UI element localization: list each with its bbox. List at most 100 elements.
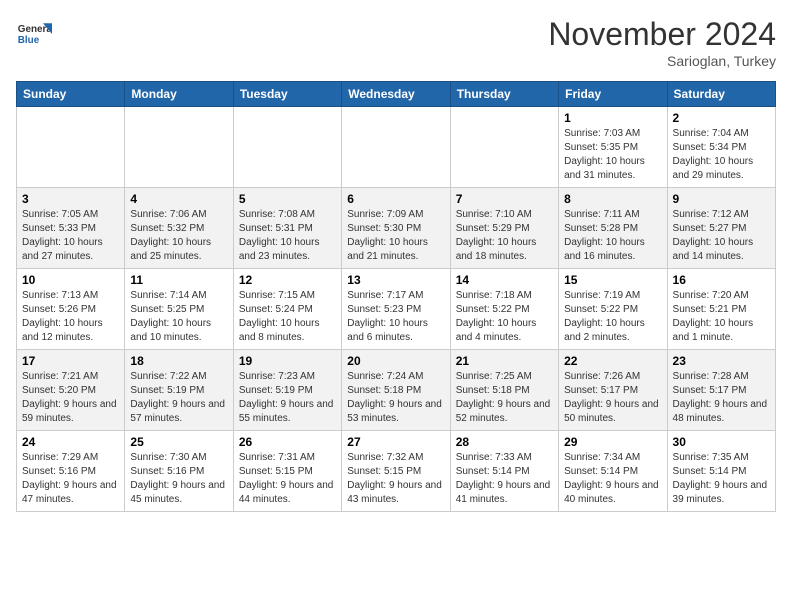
day-cell: 10 Sunrise: 7:13 AMSunset: 5:26 PMDayligh… — [17, 269, 125, 350]
day-info: Sunrise: 7:06 AMSunset: 5:32 PMDaylight:… — [130, 208, 227, 264]
location: Sarioglan, Turkey — [548, 53, 776, 69]
day-number: 27 — [347, 435, 444, 449]
day-info: Sunrise: 7:11 AMSunset: 5:28 PMDaylight:… — [564, 208, 661, 264]
day-number: 4 — [130, 192, 227, 206]
day-number: 18 — [130, 354, 227, 368]
day-number: 13 — [347, 273, 444, 287]
day-cell: 18 Sunrise: 7:22 AMSunset: 5:19 PMDayligh… — [125, 350, 233, 431]
day-info: Sunrise: 7:35 AMSunset: 5:14 PMDaylight:… — [673, 451, 770, 507]
week-row-5: 24 Sunrise: 7:29 AMSunset: 5:16 PMDayligh… — [17, 431, 776, 512]
day-cell: 15Sunrise: 7:19 AMSunset: 5:22 PMDayligh… — [559, 269, 667, 350]
weekday-header-thursday: Thursday — [450, 82, 558, 107]
logo: General Blue — [16, 16, 52, 52]
day-number: 30 — [673, 435, 770, 449]
day-cell: 9 Sunrise: 7:12 AMSunset: 5:27 PMDaylight… — [667, 188, 775, 269]
day-info: Sunrise: 7:10 AMSunset: 5:29 PMDaylight:… — [456, 208, 553, 264]
day-info: Sunrise: 7:04 AMSunset: 5:34 PMDaylight:… — [673, 127, 770, 183]
day-cell: 30 Sunrise: 7:35 AMSunset: 5:14 PMDayligh… — [667, 431, 775, 512]
weekday-header-sunday: Sunday — [17, 82, 125, 107]
day-number: 3 — [22, 192, 119, 206]
day-cell — [17, 107, 125, 188]
day-cell: 28 Sunrise: 7:33 AMSunset: 5:14 PMDayligh… — [450, 431, 558, 512]
day-cell: 22 Sunrise: 7:26 AMSunset: 5:17 PMDayligh… — [559, 350, 667, 431]
day-info: Sunrise: 7:24 AMSunset: 5:18 PMDaylight:… — [347, 370, 444, 426]
day-info: Sunrise: 7:22 AMSunset: 5:19 PMDaylight:… — [130, 370, 227, 426]
day-cell: 17 Sunrise: 7:21 AMSunset: 5:20 PMDayligh… — [17, 350, 125, 431]
day-number: 16 — [673, 273, 770, 287]
day-cell: 7 Sunrise: 7:10 AMSunset: 5:29 PMDaylight… — [450, 188, 558, 269]
day-cell: 4 Sunrise: 7:06 AMSunset: 5:32 PMDaylight… — [125, 188, 233, 269]
day-info: Sunrise: 7:32 AMSunset: 5:15 PMDaylight:… — [347, 451, 444, 507]
day-info: Sunrise: 7:33 AMSunset: 5:14 PMDaylight:… — [456, 451, 553, 507]
day-cell — [342, 107, 450, 188]
day-cell — [450, 107, 558, 188]
day-info: Sunrise: 7:18 AMSunset: 5:22 PMDaylight:… — [456, 289, 553, 345]
month-title: November 2024 — [548, 16, 776, 53]
day-cell: 23 Sunrise: 7:28 AMSunset: 5:17 PMDayligh… — [667, 350, 775, 431]
day-cell: 19Sunrise: 7:23 AMSunset: 5:19 PMDayligh… — [233, 350, 341, 431]
day-cell: 14 Sunrise: 7:18 AMSunset: 5:22 PMDayligh… — [450, 269, 558, 350]
day-info: Sunrise: 7:08 AMSunset: 5:31 PMDaylight:… — [239, 208, 336, 264]
day-number: 26 — [239, 435, 336, 449]
day-info: Sunrise: 7:12 AMSunset: 5:27 PMDaylight:… — [673, 208, 770, 264]
title-block: November 2024 Sarioglan, Turkey — [548, 16, 776, 69]
day-info: Sunrise: 7:05 AMSunset: 5:33 PMDaylight:… — [22, 208, 119, 264]
day-info: Sunrise: 7:25 AMSunset: 5:18 PMDaylight:… — [456, 370, 553, 426]
day-number: 2 — [673, 111, 770, 125]
day-info: Sunrise: 7:17 AMSunset: 5:23 PMDaylight:… — [347, 289, 444, 345]
weekday-header-row: SundayMondayTuesdayWednesdayThursdayFrid… — [17, 82, 776, 107]
weekday-header-saturday: Saturday — [667, 82, 775, 107]
day-cell: 27 Sunrise: 7:32 AMSunset: 5:15 PMDayligh… — [342, 431, 450, 512]
day-cell: 20Sunrise: 7:24 AMSunset: 5:18 PMDayligh… — [342, 350, 450, 431]
day-number: 10 — [22, 273, 119, 287]
day-number: 11 — [130, 273, 227, 287]
day-number: 1 — [564, 111, 661, 125]
week-row-3: 10 Sunrise: 7:13 AMSunset: 5:26 PMDayligh… — [17, 269, 776, 350]
day-info: Sunrise: 7:21 AMSunset: 5:20 PMDaylight:… — [22, 370, 119, 426]
day-info: Sunrise: 7:15 AMSunset: 5:24 PMDaylight:… — [239, 289, 336, 345]
day-number: 7 — [456, 192, 553, 206]
day-number: 17 — [22, 354, 119, 368]
day-number: 22 — [564, 354, 661, 368]
day-info: Sunrise: 7:23 AMSunset: 5:19 PMDaylight:… — [239, 370, 336, 426]
day-number: 14 — [456, 273, 553, 287]
day-cell: 5 Sunrise: 7:08 AMSunset: 5:31 PMDaylight… — [233, 188, 341, 269]
day-info: Sunrise: 7:26 AMSunset: 5:17 PMDaylight:… — [564, 370, 661, 426]
day-cell: 21 Sunrise: 7:25 AMSunset: 5:18 PMDayligh… — [450, 350, 558, 431]
day-number: 28 — [456, 435, 553, 449]
day-cell: 11Sunrise: 7:14 AMSunset: 5:25 PMDayligh… — [125, 269, 233, 350]
day-cell: 25 Sunrise: 7:30 AMSunset: 5:16 PMDayligh… — [125, 431, 233, 512]
day-info: Sunrise: 7:13 AMSunset: 5:26 PMDaylight:… — [22, 289, 119, 345]
day-info: Sunrise: 7:34 AMSunset: 5:14 PMDaylight:… — [564, 451, 661, 507]
day-info: Sunrise: 7:09 AMSunset: 5:30 PMDaylight:… — [347, 208, 444, 264]
day-number: 29 — [564, 435, 661, 449]
weekday-header-wednesday: Wednesday — [342, 82, 450, 107]
day-number: 12 — [239, 273, 336, 287]
day-number: 8 — [564, 192, 661, 206]
day-number: 24 — [22, 435, 119, 449]
day-number: 25 — [130, 435, 227, 449]
logo-icon: General Blue — [16, 16, 52, 52]
day-info: Sunrise: 7:28 AMSunset: 5:17 PMDaylight:… — [673, 370, 770, 426]
day-cell: 16Sunrise: 7:20 AMSunset: 5:21 PMDayligh… — [667, 269, 775, 350]
weekday-header-friday: Friday — [559, 82, 667, 107]
day-number: 9 — [673, 192, 770, 206]
day-info: Sunrise: 7:30 AMSunset: 5:16 PMDaylight:… — [130, 451, 227, 507]
page-header: General Blue November 2024 Sarioglan, Tu… — [16, 16, 776, 69]
day-cell: 29 Sunrise: 7:34 AMSunset: 5:14 PMDayligh… — [559, 431, 667, 512]
day-info: Sunrise: 7:31 AMSunset: 5:15 PMDaylight:… — [239, 451, 336, 507]
day-cell: 26 Sunrise: 7:31 AMSunset: 5:15 PMDayligh… — [233, 431, 341, 512]
day-info: Sunrise: 7:29 AMSunset: 5:16 PMDaylight:… — [22, 451, 119, 507]
week-row-4: 17 Sunrise: 7:21 AMSunset: 5:20 PMDayligh… — [17, 350, 776, 431]
day-cell: 6Sunrise: 7:09 AMSunset: 5:30 PMDaylight… — [342, 188, 450, 269]
calendar-table: SundayMondayTuesdayWednesdayThursdayFrid… — [16, 81, 776, 512]
day-cell: 3 Sunrise: 7:05 AMSunset: 5:33 PMDaylight… — [17, 188, 125, 269]
day-cell: 1 Sunrise: 7:03 AMSunset: 5:35 PMDaylight… — [559, 107, 667, 188]
day-number: 5 — [239, 192, 336, 206]
day-number: 21 — [456, 354, 553, 368]
day-info: Sunrise: 7:03 AMSunset: 5:35 PMDaylight:… — [564, 127, 661, 183]
day-number: 23 — [673, 354, 770, 368]
day-cell — [233, 107, 341, 188]
weekday-header-tuesday: Tuesday — [233, 82, 341, 107]
day-cell: 12 Sunrise: 7:15 AMSunset: 5:24 PMDayligh… — [233, 269, 341, 350]
